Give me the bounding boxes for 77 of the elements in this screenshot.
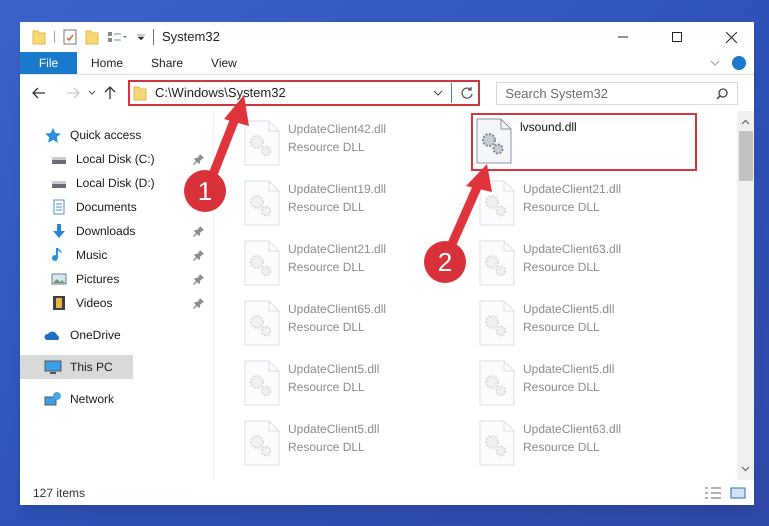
pin-icon[interactable] (193, 153, 205, 165)
file-type: Resource DLL (523, 319, 601, 336)
film-icon (50, 295, 68, 311)
pin-icon[interactable] (193, 297, 205, 309)
pin-icon[interactable] (193, 225, 205, 237)
scroll-down-icon[interactable] (741, 466, 750, 472)
folder-icon (32, 29, 46, 45)
file-type: Resource DLL (288, 139, 366, 156)
star-icon (44, 127, 62, 143)
nav-item[interactable]: Network (20, 387, 122, 411)
dll-file-icon (244, 300, 280, 346)
nav-item[interactable]: Local Disk (D:) (20, 171, 163, 195)
dll-file-icon (479, 420, 515, 466)
callout-number: 1 (196, 175, 214, 207)
file-type: Resource DLL (288, 259, 366, 276)
network-icon (44, 391, 62, 407)
file-name: lvsound.dll (520, 119, 577, 136)
maximize-icon[interactable] (672, 32, 682, 42)
dropdown-caret-icon[interactable] (433, 90, 444, 96)
nav-item[interactable]: Local Disk (C:) (20, 147, 163, 171)
item-count: 127 items (33, 484, 86, 502)
large-icons-view-icon[interactable] (730, 486, 746, 500)
dll-file-icon (476, 118, 512, 164)
ribbon-tab[interactable]: Home (77, 52, 138, 74)
caret-icon[interactable] (137, 33, 145, 41)
file-item[interactable]: lvsound.dll (471, 113, 697, 171)
nav-item[interactable]: Documents (20, 195, 145, 219)
ribbon-tab[interactable]: File (20, 52, 77, 74)
monitor-icon (44, 359, 62, 375)
search-icon[interactable] (716, 88, 728, 100)
nav-item[interactable]: This PC (20, 355, 132, 379)
pin-icon[interactable] (193, 273, 205, 285)
file-type: Resource DLL (288, 439, 366, 456)
up-icon[interactable] (104, 86, 116, 100)
folder-icon (132, 85, 147, 101)
dll-file-icon (479, 180, 515, 226)
callout-number: 2 (436, 246, 454, 278)
dll-file-icon (479, 240, 515, 286)
file-type: Resource DLL (523, 199, 601, 216)
recent-caret-icon[interactable] (88, 90, 96, 96)
pin-icon[interactable] (193, 249, 205, 261)
nav-item[interactable]: Pictures (20, 267, 128, 291)
close-icon[interactable] (726, 32, 736, 42)
details-view-icon[interactable] (704, 486, 722, 500)
pictures-icon (50, 271, 68, 287)
dll-file-icon (244, 360, 280, 406)
ribbon-tab[interactable]: Share (137, 52, 198, 74)
dll-file-icon (244, 180, 280, 226)
dll-file-icon (244, 240, 280, 286)
dll-file-icon (479, 300, 515, 346)
scroll-thumb[interactable] (738, 131, 752, 181)
dll-file-icon (479, 360, 515, 406)
scrollbar[interactable] (737, 111, 754, 480)
download-icon (50, 223, 68, 239)
dll-file-icon (244, 420, 280, 466)
window-title: System32 (162, 28, 220, 46)
refresh-icon[interactable] (460, 86, 474, 100)
search-field[interactable]: Search System32 (496, 82, 738, 104)
nav-item[interactable]: Music (20, 243, 116, 267)
file-type: Resource DLL (288, 379, 366, 396)
nav-item[interactable]: Videos (20, 291, 120, 315)
nav-item[interactable]: Quick access (20, 123, 150, 147)
scroll-up-icon[interactable] (741, 119, 750, 125)
ribbon-tab[interactable]: View (197, 52, 251, 74)
file-type: Resource DLL (523, 439, 601, 456)
properties-icon[interactable] (63, 29, 77, 45)
new-folder-icon (85, 29, 99, 45)
dll-file-icon (244, 120, 280, 166)
nav-item[interactable]: OneDrive (20, 323, 129, 347)
nav-item[interactable]: Downloads (20, 219, 144, 243)
view-options-icon[interactable] (107, 31, 129, 43)
file-type: Resource DLL (523, 259, 601, 276)
address-field[interactable]: C:\Windows\System32 (128, 80, 480, 106)
file-type: Resource DLL (288, 199, 366, 216)
back-icon[interactable] (32, 87, 46, 99)
file-type: Resource DLL (288, 319, 366, 336)
file-type: Resource DLL (523, 379, 601, 396)
